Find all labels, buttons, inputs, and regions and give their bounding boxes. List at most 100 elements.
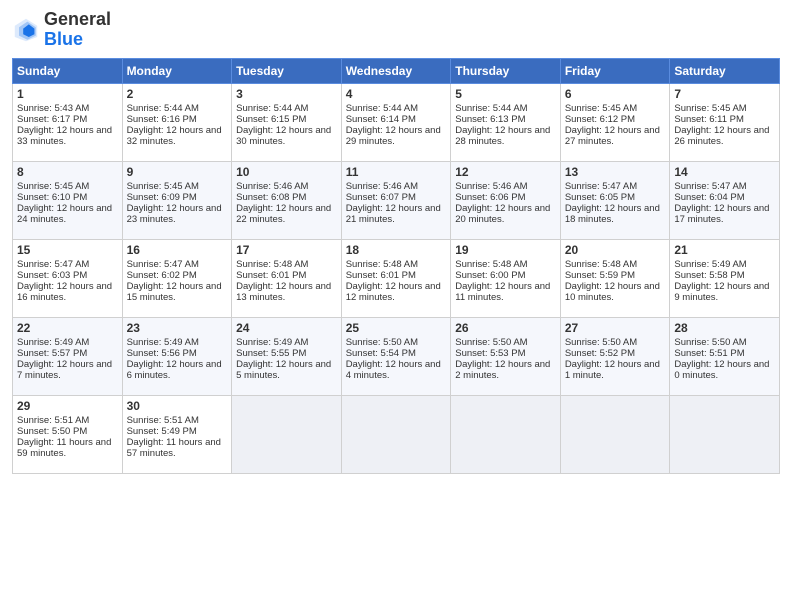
sunset-label: Sunset: 6:12 PM <box>565 114 635 125</box>
day-cell-25: 25Sunrise: 5:50 AMSunset: 5:54 PMDayligh… <box>341 317 451 395</box>
logo: General Blue <box>12 10 111 50</box>
sunrise-label: Sunrise: 5:50 AM <box>565 337 637 348</box>
sunrise-label: Sunrise: 5:46 AM <box>346 181 418 192</box>
sunset-label: Sunset: 6:10 PM <box>17 192 87 203</box>
sunrise-label: Sunrise: 5:50 AM <box>455 337 527 348</box>
day-number: 10 <box>236 165 337 179</box>
sunrise-label: Sunrise: 5:50 AM <box>346 337 418 348</box>
sunset-label: Sunset: 6:15 PM <box>236 114 306 125</box>
day-number: 29 <box>17 399 118 413</box>
daylight-label: Daylight: 12 hours and 10 minutes. <box>565 281 660 303</box>
day-cell-13: 13Sunrise: 5:47 AMSunset: 6:05 PMDayligh… <box>560 161 670 239</box>
day-number: 11 <box>346 165 447 179</box>
daylight-label: Daylight: 12 hours and 13 minutes. <box>236 281 331 303</box>
sunrise-label: Sunrise: 5:45 AM <box>17 181 89 192</box>
sunrise-label: Sunrise: 5:47 AM <box>565 181 637 192</box>
daylight-label: Daylight: 12 hours and 2 minutes. <box>455 359 550 381</box>
sunrise-label: Sunrise: 5:50 AM <box>674 337 746 348</box>
sunrise-label: Sunrise: 5:45 AM <box>674 103 746 114</box>
day-number: 16 <box>127 243 228 257</box>
sunset-label: Sunset: 5:56 PM <box>127 348 197 359</box>
sunrise-label: Sunrise: 5:51 AM <box>127 415 199 426</box>
sunrise-label: Sunrise: 5:48 AM <box>455 259 527 270</box>
col-header-monday: Monday <box>122 58 232 83</box>
day-cell-3: 3Sunrise: 5:44 AMSunset: 6:15 PMDaylight… <box>232 83 342 161</box>
sunrise-label: Sunrise: 5:43 AM <box>17 103 89 114</box>
day-number: 20 <box>565 243 666 257</box>
daylight-label: Daylight: 12 hours and 6 minutes. <box>127 359 222 381</box>
daylight-label: Daylight: 12 hours and 28 minutes. <box>455 125 550 147</box>
sunset-label: Sunset: 5:59 PM <box>565 270 635 281</box>
daylight-label: Daylight: 12 hours and 24 minutes. <box>17 203 112 225</box>
col-header-saturday: Saturday <box>670 58 780 83</box>
day-cell-17: 17Sunrise: 5:48 AMSunset: 6:01 PMDayligh… <box>232 239 342 317</box>
col-header-tuesday: Tuesday <box>232 58 342 83</box>
empty-cell <box>670 395 780 473</box>
day-number: 6 <box>565 87 666 101</box>
day-cell-18: 18Sunrise: 5:48 AMSunset: 6:01 PMDayligh… <box>341 239 451 317</box>
day-cell-4: 4Sunrise: 5:44 AMSunset: 6:14 PMDaylight… <box>341 83 451 161</box>
calendar-table: SundayMondayTuesdayWednesdayThursdayFrid… <box>12 58 780 474</box>
day-cell-26: 26Sunrise: 5:50 AMSunset: 5:53 PMDayligh… <box>451 317 561 395</box>
day-cell-16: 16Sunrise: 5:47 AMSunset: 6:02 PMDayligh… <box>122 239 232 317</box>
day-cell-6: 6 Sunrise: 5:45 AMSunset: 6:12 PMDaylight… <box>560 83 670 161</box>
day-number: 8 <box>17 165 118 179</box>
day-cell-20: 20Sunrise: 5:48 AMSunset: 5:59 PMDayligh… <box>560 239 670 317</box>
day-number: 4 <box>346 87 447 101</box>
daylight-label: Daylight: 12 hours and 16 minutes. <box>17 281 112 303</box>
sunset-label: Sunset: 5:55 PM <box>236 348 306 359</box>
sunset-label: Sunset: 5:54 PM <box>346 348 416 359</box>
sunset-label: Sunset: 5:58 PM <box>674 270 744 281</box>
day-number: 25 <box>346 321 447 335</box>
daylight-label: Daylight: 12 hours and 18 minutes. <box>565 203 660 225</box>
sunrise-label: Sunrise: 5:45 AM <box>565 103 637 114</box>
day-number: 27 <box>565 321 666 335</box>
day-number: 2 <box>127 87 228 101</box>
day-number: 13 <box>565 165 666 179</box>
sunrise-label: Sunrise: 5:44 AM <box>236 103 308 114</box>
sunset-label: Sunset: 6:11 PM <box>674 114 744 125</box>
logo-icon <box>12 16 40 44</box>
sunset-label: Sunset: 6:01 PM <box>346 270 416 281</box>
day-number: 15 <box>17 243 118 257</box>
day-number: 9 <box>127 165 228 179</box>
empty-cell <box>232 395 342 473</box>
day-cell-23: 23Sunrise: 5:49 AMSunset: 5:56 PMDayligh… <box>122 317 232 395</box>
day-cell-22: 22Sunrise: 5:49 AMSunset: 5:57 PMDayligh… <box>13 317 123 395</box>
sunset-label: Sunset: 6:14 PM <box>346 114 416 125</box>
daylight-label: Daylight: 12 hours and 11 minutes. <box>455 281 550 303</box>
sunrise-label: Sunrise: 5:47 AM <box>127 259 199 270</box>
logo-text: General Blue <box>44 10 111 50</box>
daylight-label: Daylight: 12 hours and 17 minutes. <box>674 203 769 225</box>
day-cell-24: 24Sunrise: 5:49 AMSunset: 5:55 PMDayligh… <box>232 317 342 395</box>
sunrise-label: Sunrise: 5:49 AM <box>127 337 199 348</box>
day-cell-27: 27Sunrise: 5:50 AMSunset: 5:52 PMDayligh… <box>560 317 670 395</box>
day-cell-12: 12Sunrise: 5:46 AMSunset: 6:06 PMDayligh… <box>451 161 561 239</box>
empty-cell <box>451 395 561 473</box>
daylight-label: Daylight: 12 hours and 27 minutes. <box>565 125 660 147</box>
sunrise-label: Sunrise: 5:48 AM <box>346 259 418 270</box>
day-number: 22 <box>17 321 118 335</box>
sunset-label: Sunset: 6:03 PM <box>17 270 87 281</box>
day-cell-19: 19Sunrise: 5:48 AMSunset: 6:00 PMDayligh… <box>451 239 561 317</box>
daylight-label: Daylight: 12 hours and 26 minutes. <box>674 125 769 147</box>
daylight-label: Daylight: 12 hours and 1 minute. <box>565 359 660 381</box>
calendar-body: 1Sunrise: 5:43 AMSunset: 6:17 PMDaylight… <box>13 83 780 473</box>
calendar-row-1: 1Sunrise: 5:43 AMSunset: 6:17 PMDaylight… <box>13 83 780 161</box>
daylight-label: Daylight: 11 hours and 57 minutes. <box>127 437 221 459</box>
sunset-label: Sunset: 5:51 PM <box>674 348 744 359</box>
day-number: 1 <box>17 87 118 101</box>
day-number: 28 <box>674 321 775 335</box>
daylight-label: Daylight: 12 hours and 22 minutes. <box>236 203 331 225</box>
day-cell-5: 5Sunrise: 5:44 AMSunset: 6:13 PMDaylight… <box>451 83 561 161</box>
day-number: 14 <box>674 165 775 179</box>
day-cell-14: 14Sunrise: 5:47 AMSunset: 6:04 PMDayligh… <box>670 161 780 239</box>
daylight-label: Daylight: 12 hours and 21 minutes. <box>346 203 441 225</box>
sunrise-label: Sunrise: 5:49 AM <box>236 337 308 348</box>
day-number: 7 <box>674 87 775 101</box>
day-cell-10: 10Sunrise: 5:46 AMSunset: 6:08 PMDayligh… <box>232 161 342 239</box>
sunrise-label: Sunrise: 5:51 AM <box>17 415 89 426</box>
col-header-wednesday: Wednesday <box>341 58 451 83</box>
day-number: 3 <box>236 87 337 101</box>
sunset-label: Sunset: 6:08 PM <box>236 192 306 203</box>
